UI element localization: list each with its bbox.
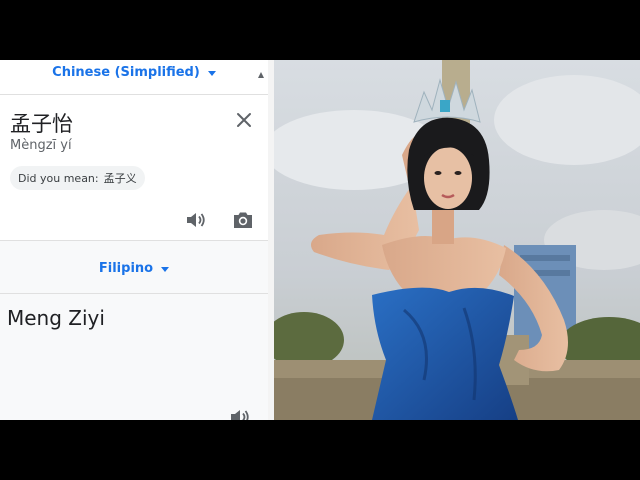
source-language-selector[interactable]: Chinese (Simplified) (0, 60, 268, 86)
chevron-down-icon (161, 266, 170, 272)
speaker-icon[interactable] (185, 210, 207, 230)
source-language-label: Chinese (Simplified) (52, 64, 200, 80)
translate-panel: Chinese (Simplified) 孟子怡 Mèngzī yí Did y… (0, 60, 268, 420)
did-you-mean-chip[interactable]: Did you mean: 孟子义 (10, 166, 145, 190)
divider (0, 94, 268, 95)
target-language-selector[interactable]: Filipino (0, 254, 268, 282)
speaker-icon[interactable] (229, 407, 251, 420)
did-you-mean-label: Did you mean: (18, 171, 99, 185)
chevron-down-icon (207, 70, 216, 76)
source-text[interactable]: 孟子怡 (10, 108, 73, 138)
did-you-mean-suggestion: 孟子义 (103, 172, 137, 185)
divider (0, 240, 268, 241)
pageant-photo (274, 60, 640, 420)
camera-icon[interactable] (232, 210, 254, 230)
romanization: Mèngzī yí (10, 138, 72, 153)
close-icon[interactable] (236, 112, 252, 128)
divider (0, 293, 268, 294)
target-language-label: Filipino (98, 260, 154, 276)
translated-text: Meng Ziyi (7, 306, 105, 330)
collapse-handle-icon[interactable] (258, 72, 264, 78)
screenshot-frame: Chinese (Simplified) 孟子怡 Mèngzī yí Did y… (0, 60, 640, 420)
